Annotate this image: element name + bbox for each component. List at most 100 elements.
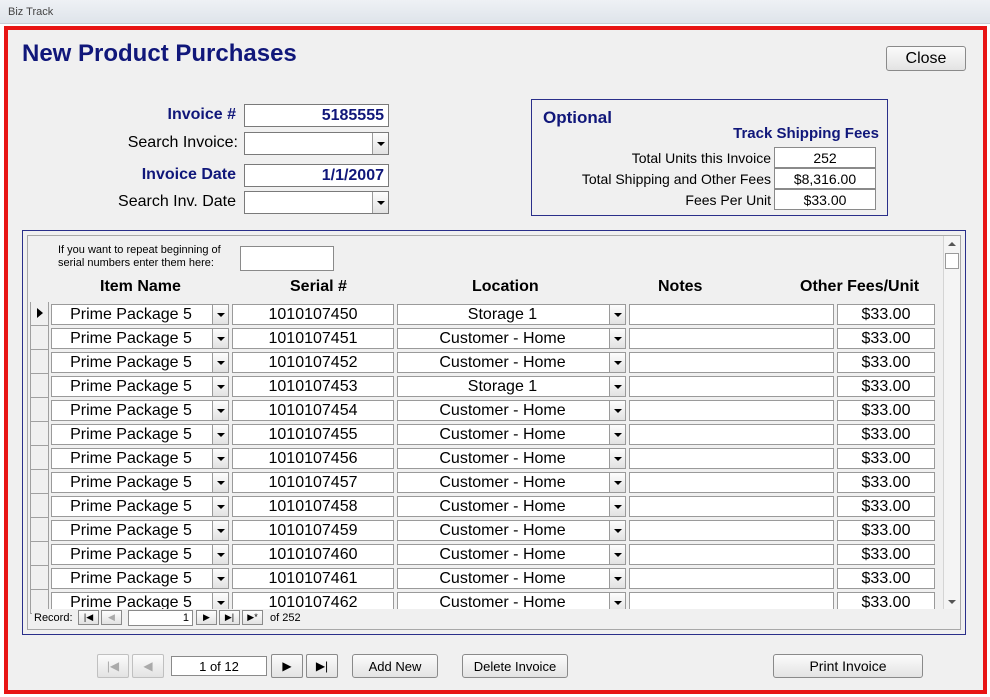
other-fees-field[interactable]: $33.00: [837, 520, 935, 541]
chevron-down-icon[interactable]: [372, 133, 388, 154]
item-name-combo[interactable]: Prime Package 5: [51, 448, 229, 469]
chevron-down-icon[interactable]: [609, 401, 625, 420]
item-name-combo[interactable]: Prime Package 5: [51, 376, 229, 397]
chevron-down-icon[interactable]: [212, 497, 228, 516]
serial-field[interactable]: 1010107450: [232, 304, 394, 325]
record-selector[interactable]: [30, 446, 49, 470]
other-fees-field[interactable]: $33.00: [837, 568, 935, 589]
notes-field[interactable]: [629, 304, 834, 325]
chevron-down-icon[interactable]: [212, 377, 228, 396]
chevron-down-icon[interactable]: [212, 329, 228, 348]
add-new-button[interactable]: Add New: [352, 654, 438, 678]
chevron-down-icon[interactable]: [609, 329, 625, 348]
serial-field[interactable]: 1010107452: [232, 352, 394, 373]
notes-field[interactable]: [629, 328, 834, 349]
next-record-icon[interactable]: ▶: [196, 610, 217, 625]
last-record-icon[interactable]: ▶|: [219, 610, 240, 625]
serial-field[interactable]: 1010107453: [232, 376, 394, 397]
location-combo[interactable]: Customer - Home: [397, 568, 626, 589]
location-combo[interactable]: Storage 1: [397, 304, 626, 325]
invoice-date-field[interactable]: 1/1/2007: [244, 164, 389, 187]
table-row[interactable]: Prime Package 5 1010107459 Customer - Home…: [28, 518, 944, 542]
table-row[interactable]: Prime Package 5 1010107451 Customer - Home…: [28, 326, 944, 350]
item-name-combo[interactable]: Prime Package 5: [51, 544, 229, 565]
record-selector[interactable]: [30, 398, 49, 422]
location-combo[interactable]: Customer - Home: [397, 496, 626, 517]
serial-field[interactable]: 1010107456: [232, 448, 394, 469]
serial-field[interactable]: 1010107459: [232, 520, 394, 541]
notes-field[interactable]: [629, 400, 834, 421]
chevron-down-icon[interactable]: [609, 473, 625, 492]
record-selector[interactable]: [30, 302, 49, 326]
chevron-down-icon[interactable]: [609, 377, 625, 396]
total-units-field[interactable]: 252: [774, 147, 876, 168]
invoice-number-field[interactable]: 5185555: [244, 104, 389, 127]
scroll-up-icon[interactable]: [948, 242, 956, 246]
chevron-down-icon[interactable]: [609, 545, 625, 564]
print-invoice-button[interactable]: Print Invoice: [773, 654, 923, 678]
chevron-down-icon[interactable]: [212, 521, 228, 540]
item-name-combo[interactable]: Prime Package 5: [51, 496, 229, 517]
new-record-icon[interactable]: ▶*: [242, 610, 263, 625]
other-fees-field[interactable]: $33.00: [837, 544, 935, 565]
item-name-combo[interactable]: Prime Package 5: [51, 400, 229, 421]
serial-prefix-input[interactable]: [240, 246, 334, 271]
location-combo[interactable]: Customer - Home: [397, 352, 626, 373]
record-selector[interactable]: [30, 470, 49, 494]
item-name-combo[interactable]: Prime Package 5: [51, 520, 229, 541]
item-name-combo[interactable]: Prime Package 5: [51, 472, 229, 493]
current-record-field[interactable]: 1: [128, 610, 193, 626]
item-name-combo[interactable]: Prime Package 5: [51, 424, 229, 445]
chevron-down-icon[interactable]: [212, 401, 228, 420]
chevron-down-icon[interactable]: [212, 449, 228, 468]
notes-field[interactable]: [629, 424, 834, 445]
chevron-down-icon[interactable]: [212, 473, 228, 492]
next-invoice-icon[interactable]: ▶: [271, 654, 303, 678]
item-name-combo[interactable]: Prime Package 5: [51, 352, 229, 373]
location-combo[interactable]: Customer - Home: [397, 544, 626, 565]
table-row[interactable]: Prime Package 5 1010107454 Customer - Home…: [28, 398, 944, 422]
other-fees-field[interactable]: $33.00: [837, 424, 935, 445]
record-selector[interactable]: [30, 494, 49, 518]
other-fees-field[interactable]: $33.00: [837, 304, 935, 325]
notes-field[interactable]: [629, 520, 834, 541]
chevron-down-icon[interactable]: [212, 425, 228, 444]
first-invoice-icon[interactable]: |◀: [97, 654, 129, 678]
serial-field[interactable]: 1010107457: [232, 472, 394, 493]
table-row[interactable]: Prime Package 5 1010107452 Customer - Home…: [28, 350, 944, 374]
chevron-down-icon[interactable]: [212, 569, 228, 588]
chevron-down-icon[interactable]: [212, 353, 228, 372]
notes-field[interactable]: [629, 472, 834, 493]
table-row[interactable]: Prime Package 5 1010107457 Customer - Home…: [28, 470, 944, 494]
serial-field[interactable]: 1010107451: [232, 328, 394, 349]
invoice-page-indicator[interactable]: 1 of 12: [171, 656, 267, 676]
previous-record-icon[interactable]: ◀: [101, 610, 122, 625]
item-name-combo[interactable]: Prime Package 5: [51, 304, 229, 325]
serial-field[interactable]: 1010107455: [232, 424, 394, 445]
first-record-icon[interactable]: |◀: [78, 610, 99, 625]
previous-invoice-icon[interactable]: ◀: [132, 654, 164, 678]
other-fees-field[interactable]: $33.00: [837, 376, 935, 397]
table-row[interactable]: Prime Package 5 1010107450 Storage 1 $33.00: [28, 302, 944, 326]
item-name-combo[interactable]: Prime Package 5: [51, 328, 229, 349]
chevron-down-icon[interactable]: [609, 497, 625, 516]
chevron-down-icon[interactable]: [372, 192, 388, 213]
location-combo[interactable]: Storage 1: [397, 376, 626, 397]
other-fees-field[interactable]: $33.00: [837, 400, 935, 421]
record-selector[interactable]: [30, 350, 49, 374]
table-row[interactable]: Prime Package 5 1010107460 Customer - Home…: [28, 542, 944, 566]
table-row[interactable]: Prime Package 5 1010107456 Customer - Home…: [28, 446, 944, 470]
record-selector[interactable]: [30, 542, 49, 566]
serial-field[interactable]: 1010107454: [232, 400, 394, 421]
record-selector[interactable]: [30, 374, 49, 398]
chevron-down-icon[interactable]: [609, 353, 625, 372]
search-invoice-combo[interactable]: [244, 132, 389, 155]
serial-field[interactable]: 1010107458: [232, 496, 394, 517]
serial-field[interactable]: 1010107461: [232, 568, 394, 589]
chevron-down-icon[interactable]: [609, 305, 625, 324]
notes-field[interactable]: [629, 448, 834, 469]
notes-field[interactable]: [629, 568, 834, 589]
chevron-down-icon[interactable]: [609, 521, 625, 540]
record-selector[interactable]: [30, 566, 49, 590]
record-selector[interactable]: [30, 422, 49, 446]
